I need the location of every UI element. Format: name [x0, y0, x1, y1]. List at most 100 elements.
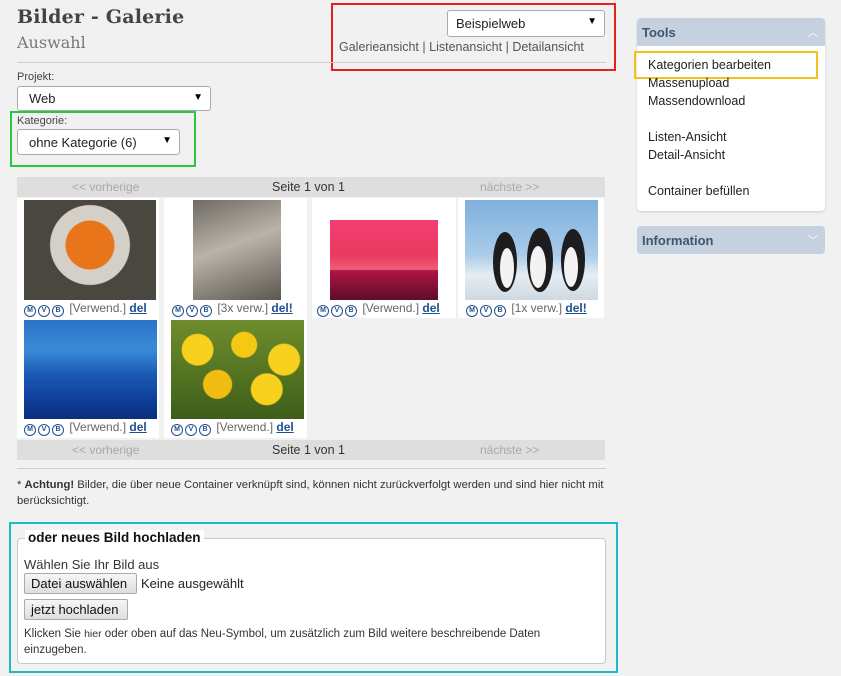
detail-view-link[interactable]: Detailansicht — [512, 40, 584, 54]
note-text: Bilder, die über neue Container verknüpf… — [17, 479, 604, 507]
category-select[interactable]: ohne Kategorie (6) ▼ — [17, 129, 180, 155]
view-separator: | — [505, 40, 509, 54]
v-icon[interactable]: V — [38, 424, 50, 436]
b-icon[interactable]: B — [199, 424, 211, 436]
m-icon[interactable]: M — [466, 305, 478, 317]
tool-fill-container[interactable]: Container befüllen — [648, 184, 749, 198]
item-meta: MVB [Verwend.] del — [24, 420, 147, 436]
b-icon[interactable]: B — [345, 305, 357, 317]
pager-status: Seite 1 von 1 — [272, 443, 345, 457]
page-subtitle: Auswahl — [17, 33, 86, 52]
item-meta: MVB [Verwend.] del — [317, 301, 440, 317]
tool-mass-upload[interactable]: Massenupload — [648, 76, 729, 90]
usage-text: [Verwend.] — [69, 301, 127, 315]
delete-link[interactable]: del — [276, 420, 293, 434]
usage-text: [1x verw.] — [511, 301, 563, 315]
m-icon[interactable]: M — [317, 305, 329, 317]
warning-note: * Achtung! Bilder, die über neue Contain… — [17, 477, 607, 509]
gallery-item[interactable]: MVB [1x verw.] del! — [458, 198, 604, 318]
tool-detail-view[interactable]: Detail-Ansicht — [648, 148, 725, 162]
delete-link[interactable]: del! — [565, 301, 586, 315]
item-meta: MVB [Verwend.] del — [24, 301, 147, 317]
m-icon[interactable]: M — [24, 424, 36, 436]
tool-mass-download[interactable]: Massendownload — [648, 94, 745, 108]
chevron-down-icon[interactable]: ﹀ — [808, 232, 818, 247]
pager-bottom: << vorherige Seite 1 von 1 nächste >> — [17, 440, 605, 460]
penguins-image[interactable] — [465, 200, 598, 300]
gallery-view-link[interactable]: Galerieansicht — [339, 40, 419, 54]
divider — [17, 62, 606, 63]
b-icon[interactable]: B — [52, 424, 64, 436]
information-panel-header[interactable]: Information ﹀ — [637, 226, 825, 254]
category-label: Kategorie: — [17, 115, 68, 127]
tool-edit-categories[interactable]: Kategorien bearbeiten — [648, 58, 771, 72]
tools-panel — [637, 18, 825, 211]
note-prefix: * — [17, 479, 25, 491]
delete-link[interactable]: del — [129, 301, 146, 315]
b-icon[interactable]: B — [200, 305, 212, 317]
tulips-image[interactable] — [171, 320, 304, 419]
b-icon[interactable]: B — [494, 305, 506, 317]
view-separator: | — [422, 40, 426, 54]
pager-prev-link[interactable]: << vorherige — [72, 180, 139, 194]
file-status: Keine ausgewählt — [141, 576, 244, 591]
blue-hills-image[interactable] — [24, 320, 157, 419]
choose-image-label: Wählen Sie Ihr Bild aus — [24, 557, 160, 572]
usage-text: [Verwend.] — [69, 420, 127, 434]
penguins-shape — [493, 228, 585, 292]
gallery-item[interactable]: MVB [3x verw.] del! — [164, 198, 307, 318]
note-bold: Achtung! — [24, 479, 75, 491]
item-meta: MVB [3x verw.] del! — [172, 301, 293, 317]
v-icon[interactable]: V — [186, 305, 198, 317]
pager-next-link[interactable]: nächste >> — [480, 180, 539, 194]
view-switcher: Galerieansicht | Listenansicht | Detaila… — [339, 40, 584, 54]
pager-prev-link[interactable]: << vorherige — [72, 443, 139, 457]
tool-list-view[interactable]: Listen-Ansicht — [648, 130, 727, 144]
item-meta: MVB [1x verw.] del! — [466, 301, 587, 317]
upload-legend: oder neues Bild hochladen — [25, 530, 204, 545]
usage-text: [Verwend.] — [362, 301, 420, 315]
m-icon[interactable]: M — [171, 424, 183, 436]
delete-link[interactable]: del — [422, 301, 439, 315]
delete-link[interactable]: del! — [271, 301, 292, 315]
upload-hint: Klicken Sie hier oder oben auf das Neu-S… — [24, 626, 594, 658]
chevron-down-icon: ▼ — [162, 135, 172, 146]
pager-status: Seite 1 von 1 — [272, 180, 345, 194]
tools-panel-header[interactable]: Tools ︿ — [637, 18, 825, 46]
tools-title: Tools — [642, 25, 676, 40]
hint-link[interactable]: hier — [84, 628, 102, 640]
information-title: Information — [642, 233, 714, 248]
gallery-item[interactable]: MVB [Verwend.] del — [17, 318, 159, 438]
chevron-down-icon: ▼ — [193, 92, 203, 103]
page-title: Bilder - Galerie — [17, 6, 185, 28]
m-icon[interactable]: M — [24, 305, 36, 317]
gallery-item[interactable]: MVB [Verwend.] del — [17, 198, 159, 318]
project-select-value: Web — [29, 91, 56, 106]
delete-link[interactable]: del — [129, 420, 146, 434]
chevron-up-icon[interactable]: ︿ — [808, 24, 818, 39]
b-icon[interactable]: B — [52, 305, 64, 317]
project-label: Projekt: — [17, 71, 55, 83]
m-icon[interactable]: M — [172, 305, 184, 317]
upload-button[interactable]: jetzt hochladen — [24, 599, 128, 620]
category-select-value: ohne Kategorie (6) — [29, 135, 137, 150]
kitten-image[interactable] — [193, 200, 281, 300]
divider — [17, 468, 606, 469]
v-icon[interactable]: V — [331, 305, 343, 317]
project-select[interactable]: Web ▼ — [17, 86, 211, 111]
website-select[interactable]: Beispielweb ▼ — [447, 10, 605, 37]
hint-prefix: Klicken Sie — [24, 628, 85, 640]
v-icon[interactable]: V — [38, 305, 50, 317]
list-view-link[interactable]: Listenansicht — [429, 40, 502, 54]
usage-text: [3x verw.] — [217, 301, 269, 315]
pager-next-link[interactable]: nächste >> — [480, 443, 539, 457]
pager-top: << vorherige Seite 1 von 1 nächste >> — [17, 177, 605, 197]
v-icon[interactable]: V — [480, 305, 492, 317]
gallery-item[interactable]: MVB [Verwend.] del — [312, 198, 456, 318]
soup-image[interactable] — [24, 200, 156, 300]
sunset-image[interactable] — [330, 220, 438, 300]
gallery-item[interactable]: MVB [Verwend.] del — [164, 318, 307, 438]
v-icon[interactable]: V — [185, 424, 197, 436]
file-choose-button[interactable]: Datei auswählen — [24, 573, 137, 594]
item-meta: MVB [Verwend.] del — [171, 420, 294, 436]
